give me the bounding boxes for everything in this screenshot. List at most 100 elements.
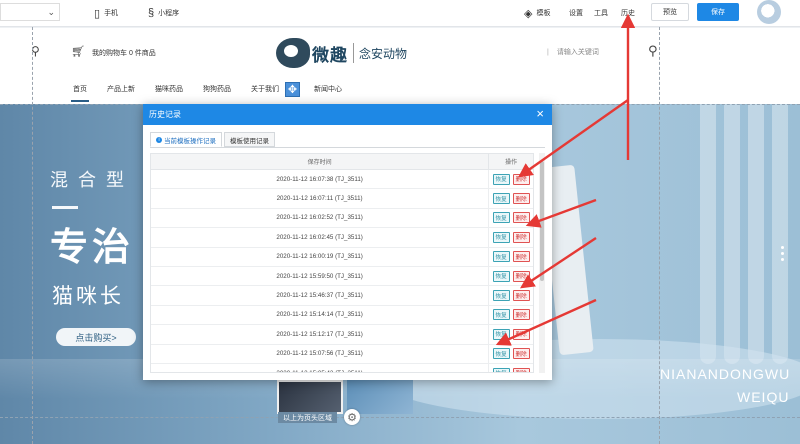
op-cell: 恢复删除 [489,189,533,207]
search-input[interactable]: 请输入关键词 [547,47,599,57]
save-time-cell: 2020-11-12 15:07:56 (TJ_3511) [151,344,490,363]
table-row: 2020-11-12 15:59:50 (TJ_3511) 恢复 删除 [151,266,533,287]
tabs-divider [150,147,545,148]
banner-headline: 专治 [50,227,135,269]
restore-button[interactable]: 恢复 [492,290,510,302]
banner-subline: 猫咪长 [52,285,124,308]
banner-thumbnail[interactable] [347,380,413,414]
table-row: 2020-11-12 16:02:45 (TJ_3511) 恢复 删除 [151,228,533,248]
restore-button[interactable]: 恢复 [492,309,510,321]
save-time-cell: 2020-11-12 15:12:17 (TJ_3511) [151,325,490,344]
mobile-view-label: 手机 [104,10,119,17]
save-time-cell: 2020-11-12 16:02:45 (TJ_3511) [151,228,490,247]
restore-button[interactable]: 恢复 [492,367,510,372]
template-label: 模板 [536,10,551,17]
banner-thumbnail[interactable] [277,380,344,414]
tools-label: 工具 [594,10,608,17]
content-guide-right [659,27,660,444]
modal-header: 历史记录 × [143,104,552,125]
save-time-cell: 2020-11-12 15:14:14 (TJ_3511) [151,305,490,325]
save-button[interactable]: 保存 [697,3,739,21]
history-modal: 历史记录 × i 当前模板操作记录 模板使用记录 保存时间 操作 2020-11… [143,104,552,380]
content-guide-left [32,27,33,444]
tools-button[interactable]: 工具 [594,5,608,21]
table-row: 2020-11-12 16:07:38 (TJ_3511) 恢复 删除 [151,170,533,190]
save-time-cell: 2020-11-12 15:59:50 (TJ_3511) [151,266,490,286]
mini-program-label: 小程序 [158,10,180,17]
table-row: 2020-11-12 16:02:52 (TJ_3511) 恢复 删除 [151,208,533,229]
layers-icon: ◈ [524,7,533,20]
main-nav: 首页 产品上新 猫咪药品 狗狗药品 关于我们 ✥ 新闻中心 [63,80,352,102]
restore-button[interactable]: 恢复 [492,173,510,185]
banner-english-line-1: NIANANDONGWU [660,366,791,382]
op-cell: 恢复删除 [489,209,533,227]
logo-divider [353,43,354,63]
banner-decor [724,104,740,364]
more-dots-icon[interactable] [781,246,787,264]
tab-label: 当前模板操作记录 [164,137,216,145]
op-cell: 恢复删除 [489,345,533,363]
delete-button[interactable]: 删除 [512,348,530,360]
banner-decor [748,104,764,364]
delete-button[interactable]: 删除 [512,367,530,372]
save-time-cell: 2020-11-12 16:07:11 (TJ_3511) [151,189,490,208]
nav-item-news[interactable]: 新闻中心 [304,80,352,98]
delete-button[interactable]: 删除 [512,309,530,321]
nav-item-about[interactable]: 关于我们 [241,80,289,98]
mini-program-button[interactable]: § 小程序 [148,5,179,21]
save-time-cell: 2020-11-12 15:46:37 (TJ_3511) [151,286,490,305]
op-cell: 恢复删除 [489,364,533,372]
nav-item-cat-medicine[interactable]: 猫咪药品 [145,80,193,98]
table-scrollbar[interactable] [539,153,545,373]
delete-button[interactable]: 删除 [512,290,530,302]
site-logo[interactable]: 微趣 念安动物 [276,36,426,70]
op-cell: 恢复删除 [489,286,533,304]
preview-button[interactable]: 预览 [651,3,689,21]
editor-toolbar: ⌄ ▯ 手机 § 小程序 ◈ 模板 设置 工具 历史 预览 保存 [0,0,800,27]
mobile-view-button[interactable]: ▯ 手机 [94,5,118,21]
history-label: 历史 [621,10,635,17]
restore-button[interactable]: 恢复 [492,231,510,243]
table-row: 2020-11-12 16:00:19 (TJ_3511) 恢复 删除 [151,247,533,267]
restore-button[interactable]: 恢复 [492,193,510,205]
delete-button[interactable]: 删除 [512,251,530,263]
op-cell: 恢复删除 [489,228,533,246]
template-button[interactable]: ◈ 模板 [524,5,550,21]
settings-label: 设置 [569,10,583,17]
restore-button[interactable]: 恢复 [492,251,510,263]
table-row: 2020-11-12 15:05:43 (TJ_3511)恢复删除 [151,363,533,372]
page-dropdown[interactable]: ⌄ [0,3,60,21]
gear-icon[interactable]: ⚙ [344,409,360,425]
header-area-label: 以上为页头区域 [278,412,337,423]
settings-button[interactable]: 设置 [569,5,583,21]
table-row: 2020-11-12 15:14:14 (TJ_3511) 恢复 删除 [151,305,533,326]
delete-button[interactable]: 删除 [512,328,530,340]
nav-item-home[interactable]: 首页 [63,80,97,102]
close-icon[interactable]: × [536,107,544,121]
save-time-cell: 2020-11-12 16:00:19 (TJ_3511) [151,247,490,266]
column-header-op: 操作 [505,160,518,166]
tab-template-usage-log[interactable]: 模板使用记录 [224,132,275,147]
avatar[interactable] [757,0,781,24]
tab-current-template-log[interactable]: i 当前模板操作记录 [150,132,222,147]
restore-button[interactable]: 恢复 [492,328,510,340]
delete-button[interactable]: 删除 [512,212,530,224]
restore-button[interactable]: 恢复 [492,212,510,224]
delete-button[interactable]: 删除 [512,231,530,243]
delete-button[interactable]: 删除 [512,270,530,282]
nav-item-dog-medicine[interactable]: 狗狗药品 [193,80,241,98]
table-header: 保存时间 操作 [151,154,533,170]
cart-summary[interactable]: 我的购物车 0 件商品 [92,48,156,58]
op-cell: 恢复删除 [489,248,533,266]
save-time-cell: 2020-11-12 16:02:52 (TJ_3511) [151,208,490,228]
op-cell: 恢复删除 [489,267,533,285]
search-icon[interactable]: ⚲ [648,43,658,59]
cart-icon[interactable]: 🛒︎ [71,45,85,58]
delete-button[interactable]: 删除 [512,193,530,205]
history-button[interactable]: 历史 [621,5,635,21]
nav-item-new-products[interactable]: 产品上新 [97,80,145,98]
buy-now-button[interactable]: 点击购买> [56,328,136,346]
restore-button[interactable]: 恢复 [492,270,510,282]
delete-button[interactable]: 删除 [512,173,530,185]
restore-button[interactable]: 恢复 [492,348,510,360]
